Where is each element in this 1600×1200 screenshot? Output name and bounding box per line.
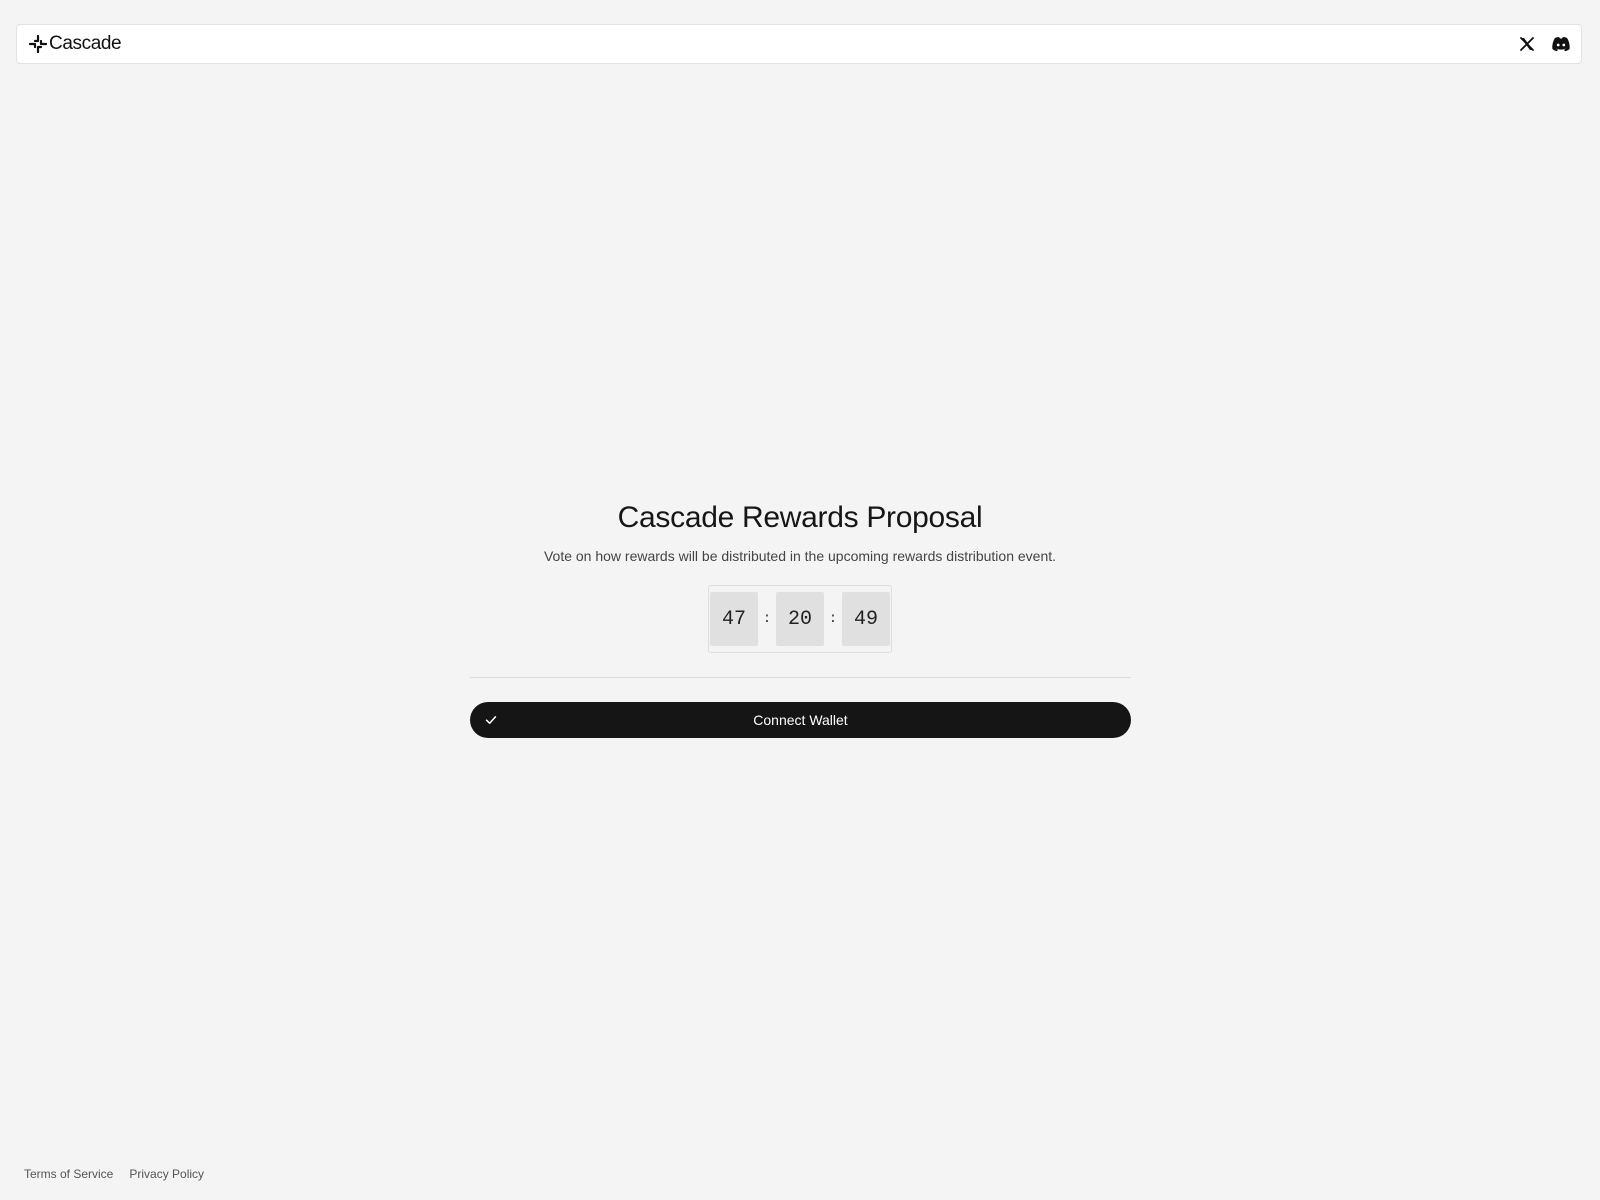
countdown-seconds: 49 [842, 592, 890, 646]
x-twitter-icon[interactable] [1517, 34, 1537, 54]
terms-of-service-link[interactable]: Terms of Service [24, 1167, 113, 1181]
page-subtitle: Vote on how rewards will be distributed … [543, 548, 1057, 564]
connect-wallet-label: Connect Wallet [753, 712, 848, 728]
proposal-hero: Cascade Rewards Proposal Vote on how rew… [0, 496, 1600, 566]
connect-wallet-button[interactable]: Connect Wallet [470, 702, 1131, 738]
brand-name: Cascade [49, 33, 122, 54]
privacy-policy-link[interactable]: Privacy Policy [129, 1167, 204, 1181]
page-title: Cascade Rewards Proposal [617, 501, 983, 534]
footer: Terms of Service Privacy Policy [24, 1167, 204, 1181]
social-links [1517, 34, 1571, 54]
countdown-separator: : [828, 611, 838, 627]
countdown-separator: : [762, 611, 772, 627]
check-icon [484, 713, 498, 727]
countdown-minutes: 20 [776, 592, 824, 646]
discord-icon[interactable] [1551, 34, 1571, 54]
countdown-hours: 47 [710, 592, 758, 646]
brand-logo[interactable]: Cascade [28, 33, 122, 55]
countdown-timer: 47 : 20 : 49 [708, 585, 892, 653]
section-divider [470, 677, 1131, 678]
top-navigation-bar: Cascade [16, 24, 1582, 64]
cascade-logo-icon [28, 34, 48, 54]
